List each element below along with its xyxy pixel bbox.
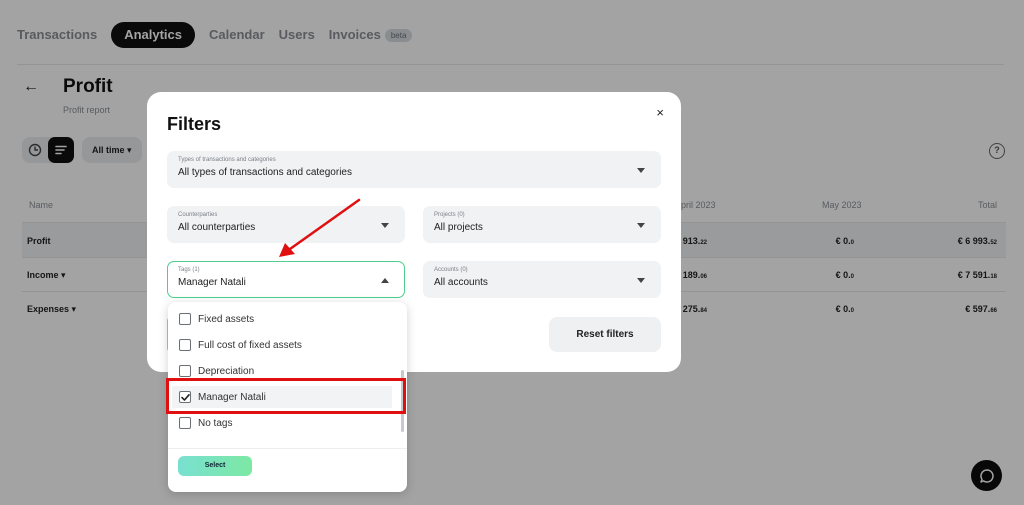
annotation-arrow-icon <box>279 198 361 257</box>
